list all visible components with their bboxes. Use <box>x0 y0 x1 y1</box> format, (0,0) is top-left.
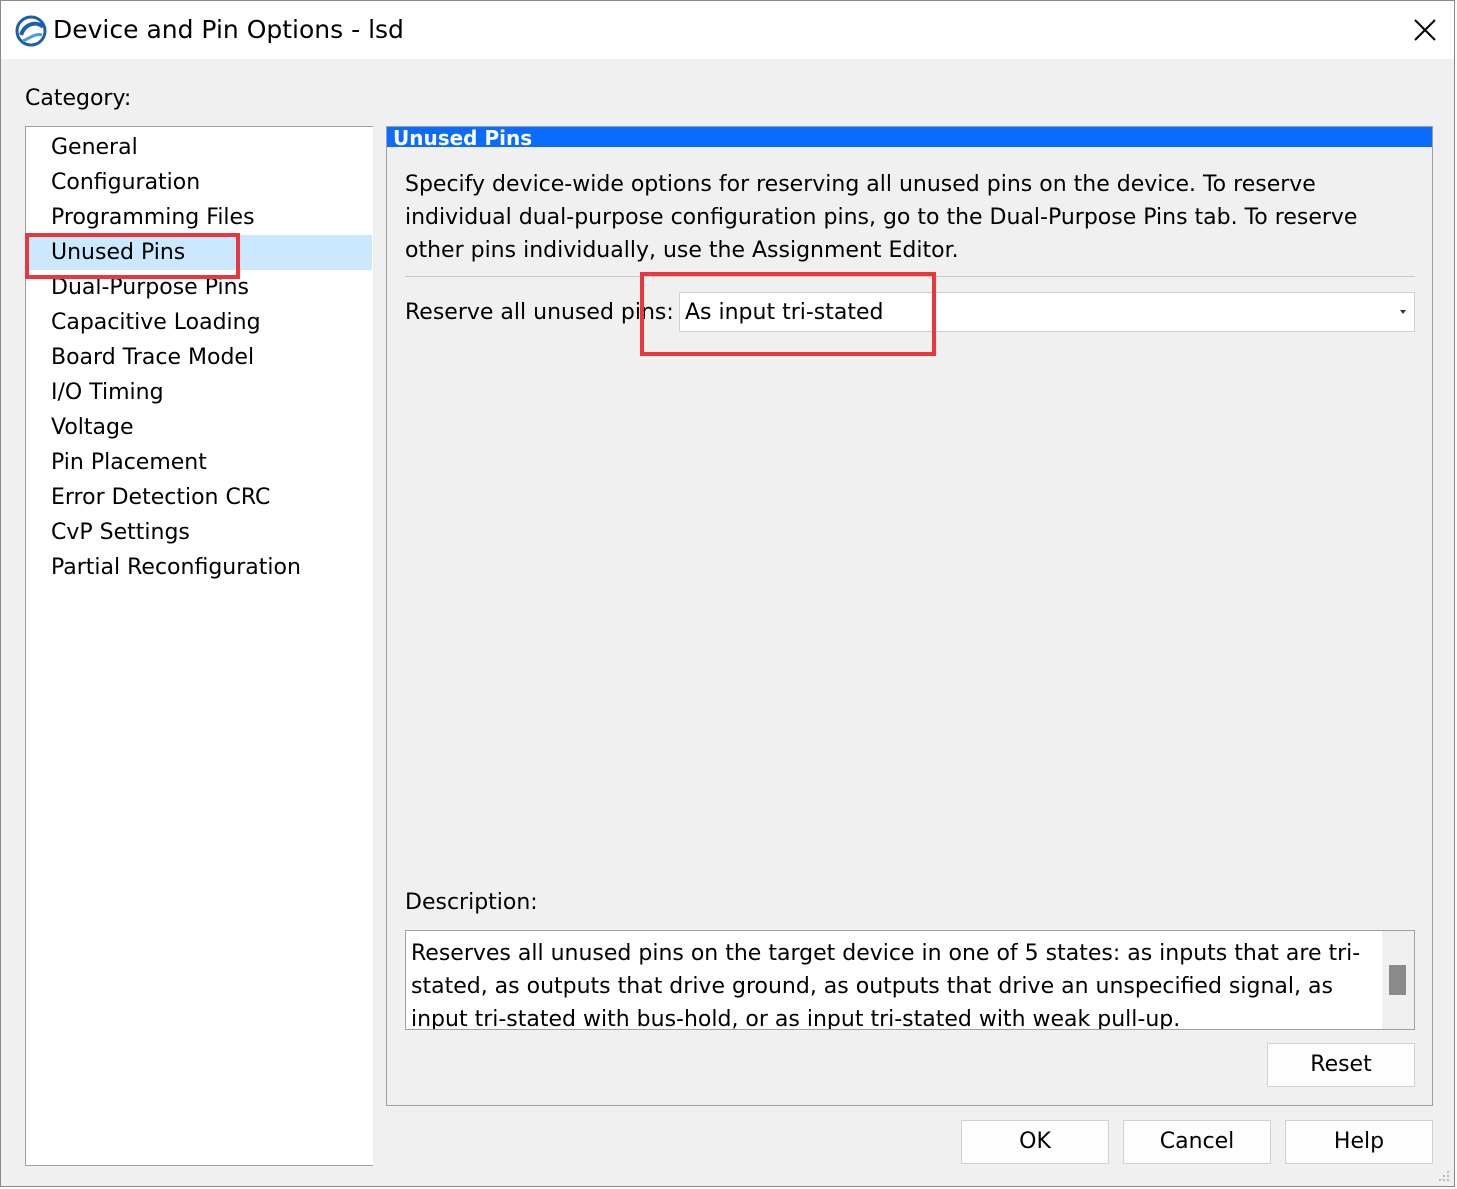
category-item-voltage[interactable]: Voltage <box>27 410 372 445</box>
ok-button[interactable]: OK <box>961 1120 1109 1164</box>
category-item-board-trace-model[interactable]: Board Trace Model <box>27 340 372 375</box>
device-pin-options-dialog: Device and Pin Options - lsd Category: G… <box>0 0 1455 1187</box>
category-list: General Configuration Programming Files … <box>25 126 373 1166</box>
category-item-io-timing[interactable]: I/O Timing <box>27 375 372 410</box>
divider <box>405 276 1415 277</box>
help-button[interactable]: Help <box>1285 1120 1433 1164</box>
category-item-dual-purpose-pins[interactable]: Dual-Purpose Pins <box>27 270 372 305</box>
category-label: Category: <box>25 86 132 111</box>
panel-header: Unused Pins <box>387 126 1432 150</box>
reserve-unused-pins-dropdown[interactable]: As input tri-stated <box>679 292 1415 332</box>
category-item-unused-pins[interactable]: Unused Pins <box>27 235 372 270</box>
description-text: Reserves all unused pins on the target d… <box>411 941 1361 1030</box>
close-icon <box>1414 19 1436 41</box>
scrollbar-thumb[interactable] <box>1389 965 1406 995</box>
category-item-configuration[interactable]: Configuration <box>27 165 372 200</box>
category-item-error-detection-crc[interactable]: Error Detection CRC <box>27 480 372 515</box>
description-box: Reserves all unused pins on the target d… <box>405 930 1415 1030</box>
quartus-globe-icon <box>15 15 47 47</box>
close-button[interactable] <box>1402 7 1448 53</box>
resize-grip-icon[interactable] <box>1438 1170 1450 1182</box>
panel-header-title: Unused Pins <box>393 126 533 150</box>
reset-button[interactable]: Reset <box>1267 1043 1415 1087</box>
description-scrollbar[interactable] <box>1382 931 1414 1029</box>
title-bar: Device and Pin Options - lsd <box>1 1 1454 59</box>
category-item-partial-reconfiguration[interactable]: Partial Reconfiguration <box>27 550 372 585</box>
description-label: Description: <box>405 890 538 915</box>
category-item-cvp-settings[interactable]: CvP Settings <box>27 515 372 550</box>
category-item-programming-files[interactable]: Programming Files <box>27 200 372 235</box>
reserve-unused-pins-label: Reserve all unused pins: <box>405 300 674 325</box>
unused-pins-panel: Unused Pins Specify device-wide options … <box>386 126 1433 1106</box>
window-title: Device and Pin Options - lsd <box>53 15 404 44</box>
category-item-capacitive-loading[interactable]: Capacitive Loading <box>27 305 372 340</box>
panel-intro-text: Specify device-wide options for reservin… <box>405 172 1358 263</box>
category-item-pin-placement[interactable]: Pin Placement <box>27 445 372 480</box>
category-item-general[interactable]: General <box>27 130 372 165</box>
chevron-down-icon <box>1400 310 1406 314</box>
cancel-button[interactable]: Cancel <box>1123 1120 1271 1164</box>
dropdown-selected-value: As input tri-stated <box>685 300 884 325</box>
